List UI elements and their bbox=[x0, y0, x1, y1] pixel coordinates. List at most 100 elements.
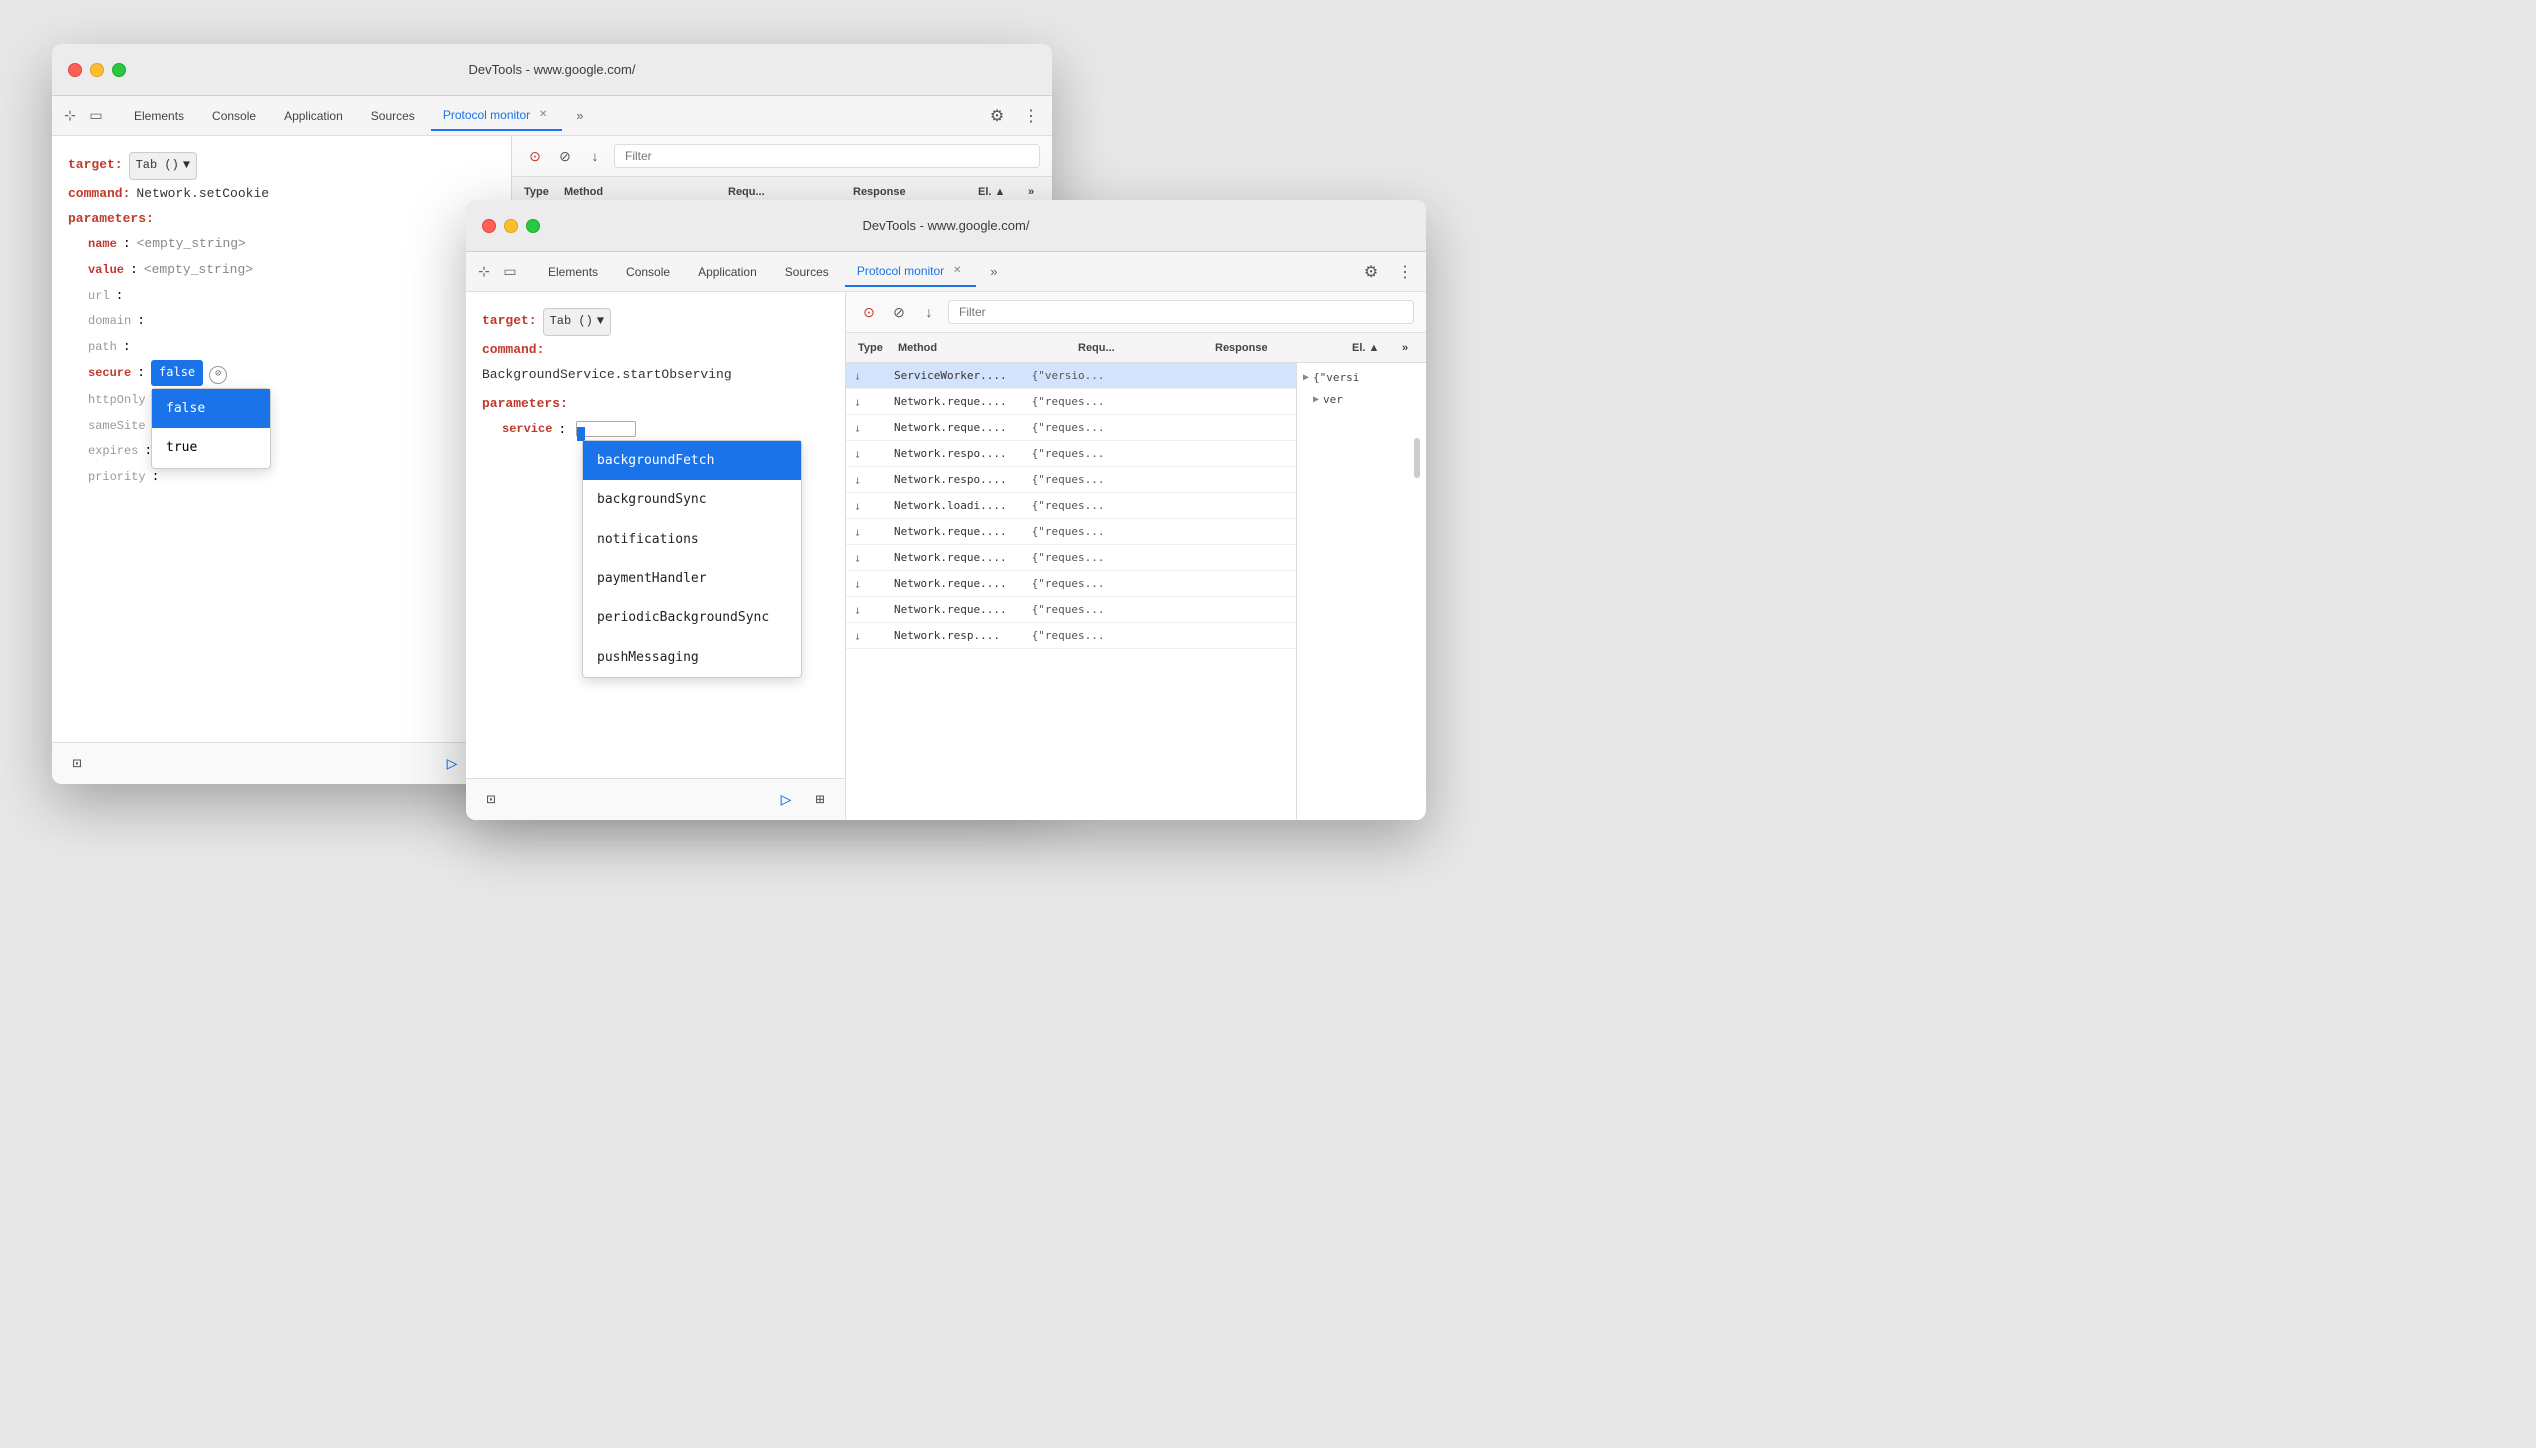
tab-console-1[interactable]: Console bbox=[200, 101, 268, 131]
history-icon-1[interactable]: ⊡ bbox=[64, 751, 90, 777]
table-row-4[interactable]: ↓ Network.respo.... {"reques... bbox=[846, 467, 1296, 493]
filter-bar-1: ⊙ ⊘ ↓ bbox=[512, 136, 1052, 177]
parameters-key: parameters: bbox=[68, 207, 154, 230]
tab-application-1[interactable]: Application bbox=[272, 101, 355, 131]
th-request-2[interactable]: Requ... bbox=[1074, 342, 1211, 354]
th-method-2[interactable]: Method bbox=[894, 342, 1074, 354]
th-elapsed-2[interactable]: El. ▲ bbox=[1348, 342, 1398, 354]
service-option-backgroundSync[interactable]: backgroundSync bbox=[583, 480, 801, 519]
send-button-2[interactable]: ▷ bbox=[773, 787, 799, 813]
tab-sources-1[interactable]: Sources bbox=[359, 101, 427, 131]
command-panel-2: target: Tab () ▼ command: BackgroundServ… bbox=[466, 292, 846, 820]
tab-bar-2: ⊹ ▭ Elements Console Application Sources… bbox=[466, 252, 1426, 292]
field-secure: secure : false false true ⊘ bbox=[88, 360, 495, 386]
table-row-6[interactable]: ↓ Network.reque.... {"reques... bbox=[846, 519, 1296, 545]
table-row-3[interactable]: ↓ Network.respo.... {"reques... bbox=[846, 441, 1296, 467]
download-icon-2[interactable]: ↓ bbox=[918, 301, 940, 323]
detail-line-0: {"versi bbox=[1313, 369, 1359, 387]
traffic-lights-1 bbox=[68, 63, 126, 77]
detail-line-1: ver bbox=[1323, 391, 1343, 409]
tab-close-icon-1[interactable]: ✕ bbox=[536, 108, 550, 122]
table-row-1[interactable]: ↓ Network.reque.... {"reques... bbox=[846, 389, 1296, 415]
table-row-2[interactable]: ↓ Network.reque.... {"reques... bbox=[846, 415, 1296, 441]
maximize-button-2[interactable] bbox=[526, 219, 540, 233]
th-response-2[interactable]: Response bbox=[1211, 342, 1348, 354]
tab-elements-1[interactable]: Elements bbox=[122, 101, 196, 131]
close-button-2[interactable] bbox=[482, 219, 496, 233]
tab-protocol-monitor-1[interactable]: Protocol monitor ✕ bbox=[431, 101, 562, 131]
tab-protocol-monitor-2[interactable]: Protocol monitor ✕ bbox=[845, 257, 976, 287]
tab-bar-right-2: ⚙ ⋮ bbox=[1358, 259, 1418, 285]
download-icon-1[interactable]: ↓ bbox=[584, 145, 606, 167]
minimize-button-1[interactable] bbox=[90, 63, 104, 77]
edit-icon[interactable]: ⊘ bbox=[209, 366, 227, 384]
tab-bar-icons-1: ⊹ ▭ bbox=[60, 106, 106, 126]
target-select[interactable]: Tab () ▼ bbox=[129, 152, 197, 180]
th-more-2[interactable]: » bbox=[1398, 342, 1418, 354]
tab-close-icon-2[interactable]: ✕ bbox=[950, 264, 964, 278]
target-key-2: target: bbox=[482, 309, 537, 332]
command-panel-content-2: target: Tab () ▼ command: BackgroundServ… bbox=[466, 292, 845, 778]
th-more-1[interactable]: » bbox=[1024, 186, 1044, 198]
filter-input-1[interactable] bbox=[614, 144, 1040, 168]
field-path: path : bbox=[88, 335, 495, 359]
secure-bool-dropdown[interactable]: false false true bbox=[151, 360, 203, 386]
devtools-window-2: DevTools - www.google.com/ ⊹ ▭ Elements … bbox=[466, 200, 1426, 820]
service-option-backgroundFetch[interactable]: backgroundFetch bbox=[583, 441, 801, 480]
service-option-pushMessaging[interactable]: pushMessaging bbox=[583, 638, 801, 677]
command-line: command: Network.setCookie bbox=[68, 182, 495, 205]
th-elapsed-1[interactable]: El. ▲ bbox=[974, 186, 1024, 198]
tab-sources-2[interactable]: Sources bbox=[773, 257, 841, 287]
more-tabs-icon-1[interactable]: » bbox=[570, 106, 589, 125]
expand-arrow: ▶ bbox=[1303, 372, 1309, 383]
tab-application-2[interactable]: Application bbox=[686, 257, 769, 287]
table-row-8[interactable]: ↓ Network.reque.... {"reques... bbox=[846, 571, 1296, 597]
table-row-7[interactable]: ↓ Network.reque.... {"reques... bbox=[846, 545, 1296, 571]
filter-input-2[interactable] bbox=[948, 300, 1414, 324]
stop-icon-1[interactable]: ⊙ bbox=[524, 145, 546, 167]
th-response-1[interactable]: Response bbox=[849, 186, 974, 198]
table-row-10[interactable]: ↓ Network.resp.... {"reques... bbox=[846, 623, 1296, 649]
bool-option-true[interactable]: true bbox=[152, 428, 270, 467]
service-option-notifications[interactable]: notifications bbox=[583, 520, 801, 559]
device-mode-icon[interactable]: ▭ bbox=[86, 106, 106, 126]
history-icon-2[interactable]: ⊡ bbox=[478, 787, 504, 813]
more-options-icon-2[interactable]: ⋮ bbox=[1392, 259, 1418, 285]
th-type-2[interactable]: Type bbox=[854, 342, 894, 354]
secure-false-badge[interactable]: false bbox=[151, 360, 203, 386]
bool-option-false[interactable]: false bbox=[152, 389, 270, 428]
clear-filter-icon-1[interactable]: ⊘ bbox=[554, 145, 576, 167]
settings-icon-1[interactable]: ⚙ bbox=[984, 103, 1010, 129]
command-bottom-toolbar-2: ⊡ ▷ ⊞ bbox=[466, 778, 845, 820]
filter-bar-2: ⊙ ⊘ ↓ bbox=[846, 292, 1426, 333]
select-element-icon[interactable]: ⊹ bbox=[60, 106, 80, 126]
device-mode-icon-2[interactable]: ▭ bbox=[500, 262, 520, 282]
th-type-1[interactable]: Type bbox=[520, 186, 560, 198]
stop-icon-2[interactable]: ⊙ bbox=[858, 301, 880, 323]
clear-icon-2[interactable]: ⊞ bbox=[807, 787, 833, 813]
service-option-paymentHandler[interactable]: paymentHandler bbox=[583, 559, 801, 598]
th-method-1[interactable]: Method bbox=[560, 186, 724, 198]
settings-icon-2[interactable]: ⚙ bbox=[1358, 259, 1384, 285]
scrollbar-thumb[interactable] bbox=[1414, 438, 1420, 478]
send-button-1[interactable]: ▷ bbox=[439, 751, 465, 777]
table-header-2: Type Method Requ... Response El. ▲ » bbox=[846, 333, 1426, 363]
service-option-periodicBackgroundSync[interactable]: periodicBackgroundSync bbox=[583, 598, 801, 637]
target-select-2[interactable]: Tab () ▼ bbox=[543, 308, 611, 336]
tab-elements-2[interactable]: Elements bbox=[536, 257, 610, 287]
maximize-button-1[interactable] bbox=[112, 63, 126, 77]
minimize-button-2[interactable] bbox=[504, 219, 518, 233]
service-input[interactable] bbox=[576, 421, 636, 437]
select-element-icon-2[interactable]: ⊹ bbox=[474, 262, 494, 282]
clear-filter-icon-2[interactable]: ⊘ bbox=[888, 301, 910, 323]
table-row-5[interactable]: ↓ Network.loadi.... {"reques... bbox=[846, 493, 1296, 519]
field-value: value : <empty_string> bbox=[88, 258, 495, 282]
more-tabs-icon-2[interactable]: » bbox=[984, 262, 1003, 281]
close-button-1[interactable] bbox=[68, 63, 82, 77]
tab-console-2[interactable]: Console bbox=[614, 257, 682, 287]
command-key-2: command: bbox=[482, 338, 544, 361]
table-row-0[interactable]: ↓ ServiceWorker.... {"versio... bbox=[846, 363, 1296, 389]
th-request-1[interactable]: Requ... bbox=[724, 186, 849, 198]
more-options-icon-1[interactable]: ⋮ bbox=[1018, 103, 1044, 129]
table-row-9[interactable]: ↓ Network.reque.... {"reques... bbox=[846, 597, 1296, 623]
